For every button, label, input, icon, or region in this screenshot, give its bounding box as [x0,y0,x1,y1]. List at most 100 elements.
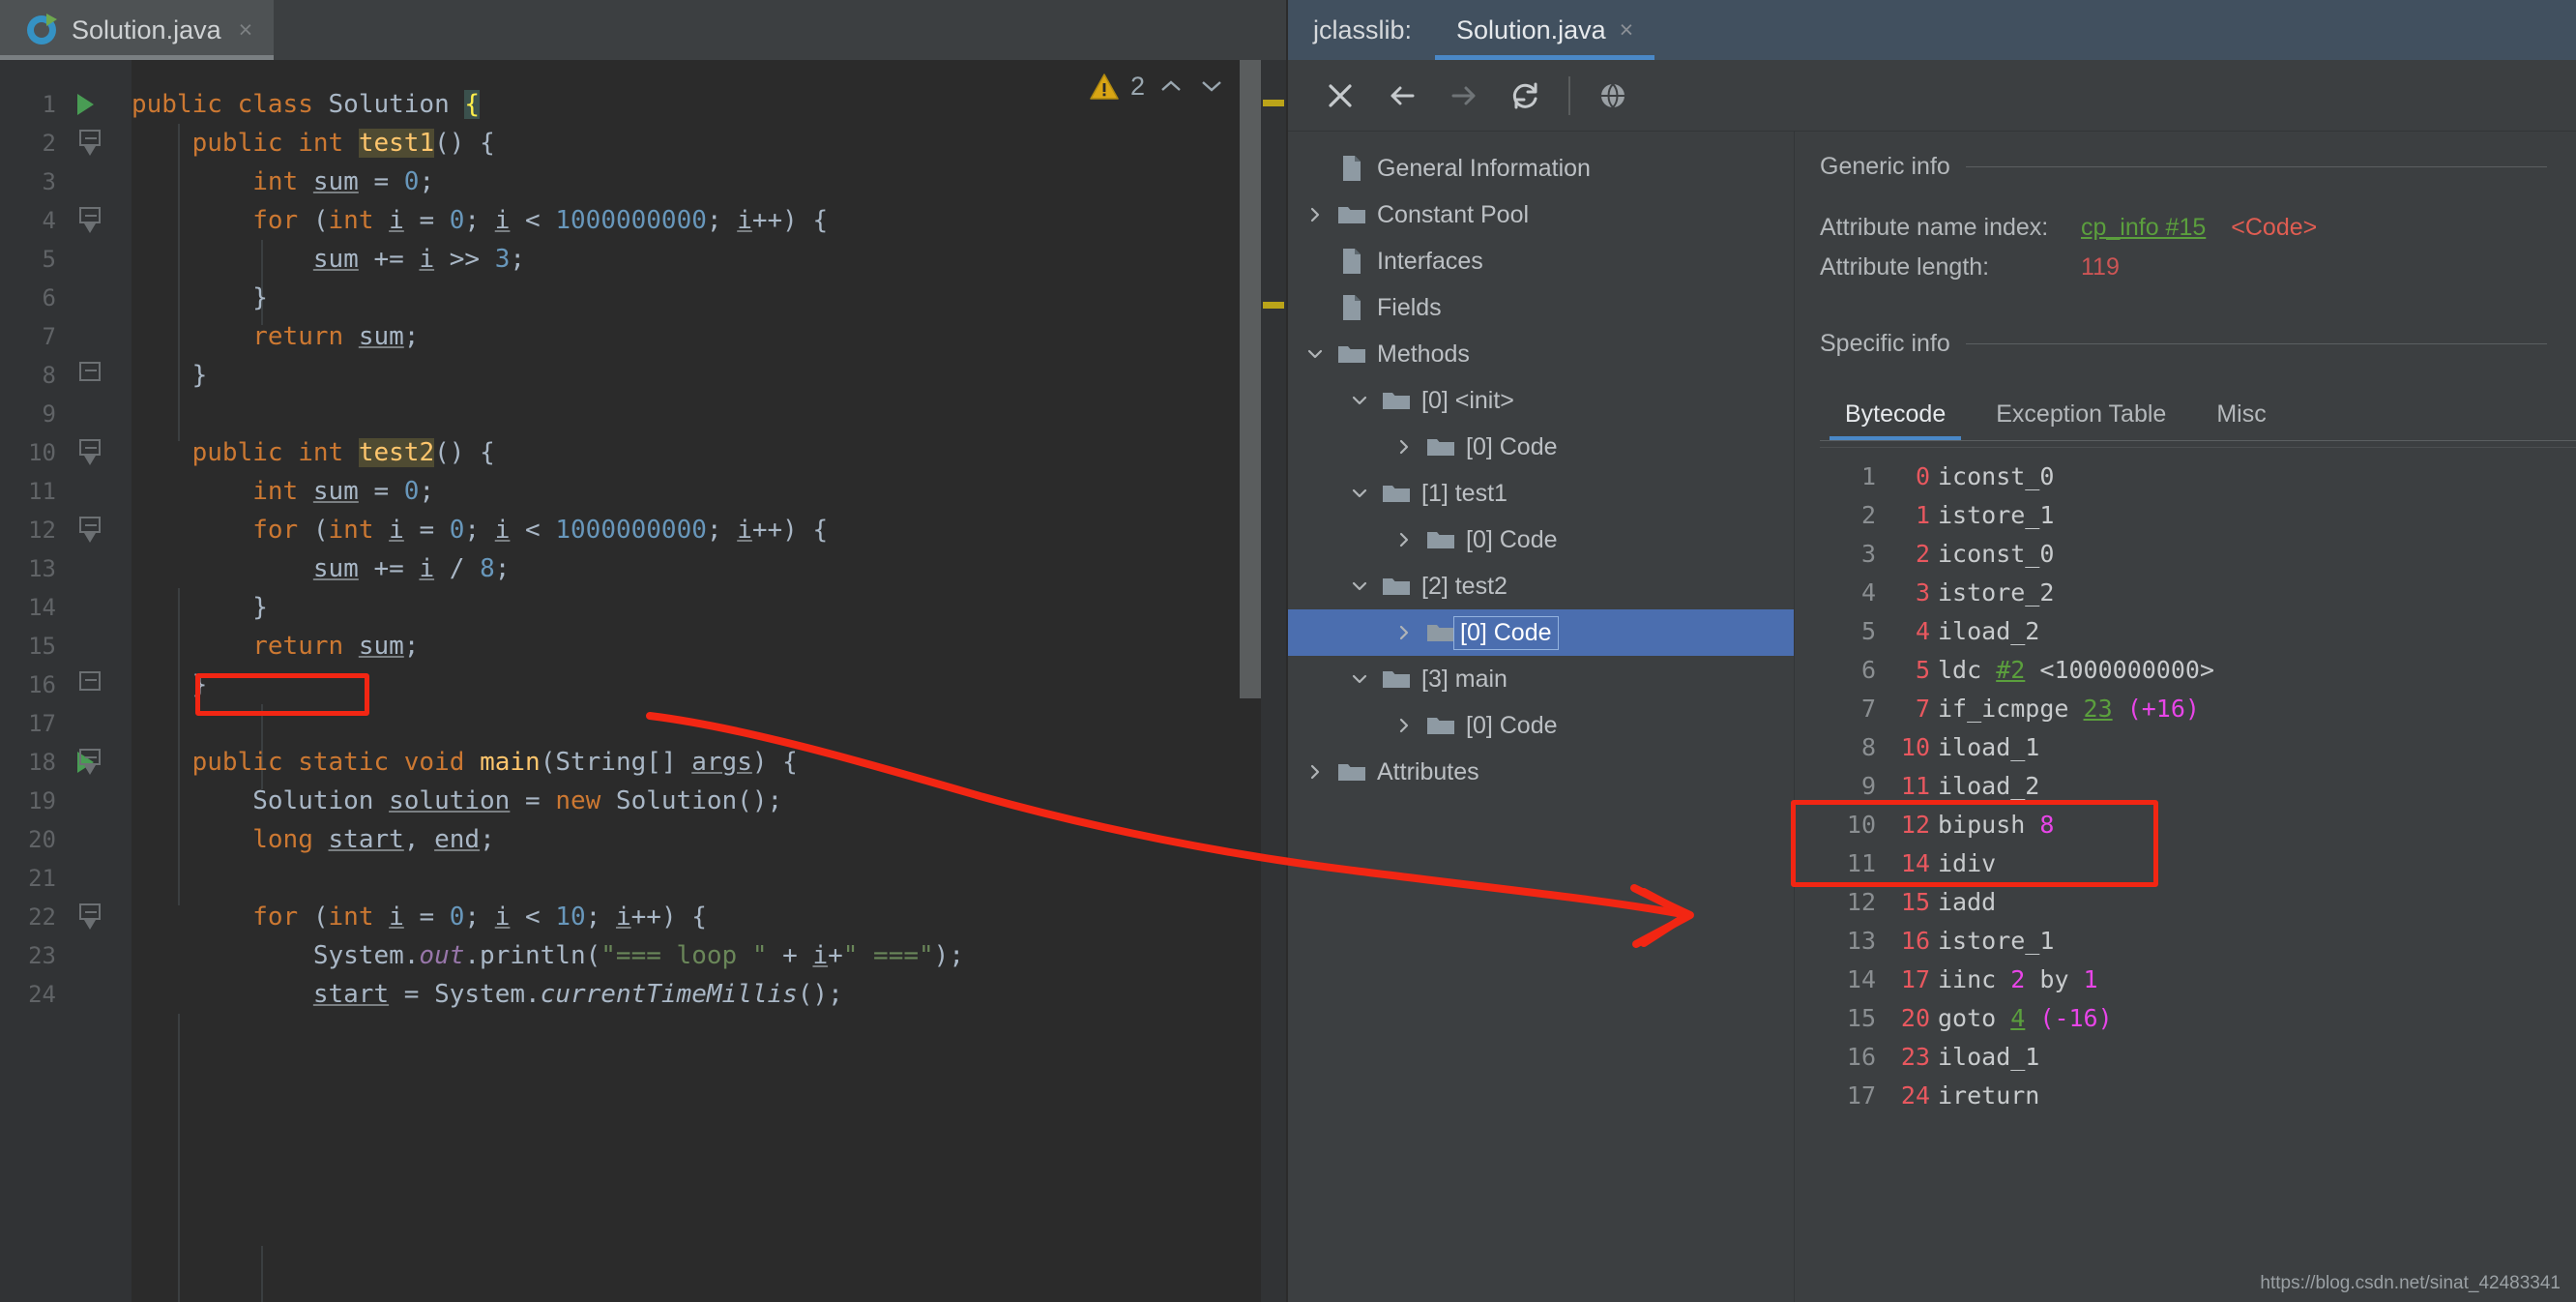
bytecode-line[interactable]: 8 10 iload_1 [1820,728,2576,767]
tree-node[interactable]: [0] Code [1288,702,1794,749]
code-line[interactable]: long start, end; [132,820,1286,859]
bytecode-line[interactable]: 14 17 iinc 2 by 1 [1820,961,2576,999]
cp-info-link[interactable]: cp_info #15 [2081,214,2206,242]
gutter-marker-row[interactable] [66,743,132,782]
bytecode-line[interactable]: 1 0 iconst_0 [1820,458,2576,496]
tree-node[interactable]: [1] test1 [1288,470,1794,517]
bytecode-line[interactable]: 7 7 if_icmpge 23 (+16) [1820,690,2576,728]
bytecode-line[interactable]: 3 2 iconst_0 [1820,535,2576,574]
tree-node[interactable]: Fields [1288,284,1794,331]
close-icon[interactable]: × [1620,16,1634,44]
bytecode-line[interactable]: 13 16 istore_1 [1820,922,2576,961]
tab-bytecode[interactable]: Bytecode [1820,391,1971,440]
bytecode-line[interactable]: 17 24 ireturn [1820,1077,2576,1115]
code-line[interactable]: public static void main(String[] args) { [132,743,1286,782]
bytecode-operand-link[interactable]: 4 [2010,1004,2025,1032]
chevron-down-icon[interactable] [1342,391,1377,410]
tree-node[interactable]: Methods [1288,331,1794,377]
code-line[interactable]: Solution solution = new Solution(); [132,782,1286,820]
gutter-marker-row[interactable] [66,588,132,627]
bytecode-line[interactable]: 12 15 iadd [1820,883,2576,922]
chevron-down-icon[interactable] [1342,669,1377,689]
code-line[interactable]: System.out.println("=== loop " + i+" ===… [132,936,1286,975]
bytecode-line[interactable]: 9 11 iload_2 [1820,767,2576,806]
bytecode-line[interactable]: 15 20 goto 4 (-16) [1820,999,2576,1038]
code-line[interactable]: public int test1() { [132,124,1286,163]
warning-marker[interactable] [1263,302,1284,309]
chevron-down-icon[interactable] [1342,484,1377,503]
tool-tab-solution-java[interactable]: Solution.java × [1435,0,1655,60]
tree-node[interactable]: [0] Code [1288,424,1794,470]
bytecode-operand-link[interactable]: #2 [1996,656,2025,684]
gutter-marker-row[interactable] [66,511,132,549]
gutter-marker-row[interactable] [66,975,132,1014]
tab-exception-table[interactable]: Exception Table [1971,391,2191,440]
code-line[interactable]: return sum; [132,627,1286,666]
code-line[interactable] [132,704,1286,743]
back-icon[interactable] [1371,68,1433,124]
editor-tab-solution-java[interactable]: Solution.java × [0,0,275,60]
code-line[interactable]: } [132,356,1286,395]
code-line[interactable]: for (int i = 0; i < 1000000000; i++) { [132,201,1286,240]
fold-toggle-icon[interactable] [79,130,101,157]
gutter-marker-row[interactable] [66,472,132,511]
bytecode-line[interactable]: 5 4 iload_2 [1820,612,2576,651]
bytecode-line[interactable]: 11 14 idiv [1820,844,2576,883]
tree-node[interactable]: Interfaces [1288,238,1794,284]
bytecode-line[interactable]: 2 1 istore_1 [1820,496,2576,535]
code-line[interactable]: sum += i >> 3; [132,240,1286,279]
gutter-marker-row[interactable] [66,898,132,936]
gutter-marker-row[interactable] [66,317,132,356]
gutter-marker-row[interactable] [66,666,132,704]
run-icon[interactable] [77,94,94,115]
close-icon[interactable]: × [239,17,253,43]
gutter-marker-row[interactable] [66,124,132,163]
bytecode-line[interactable]: 4 3 istore_2 [1820,574,2576,612]
fold-toggle-icon[interactable] [79,207,101,234]
gutter-marker-row[interactable] [66,627,132,666]
gutter-marker-row[interactable] [66,201,132,240]
code-line[interactable]: } [132,666,1286,704]
fold-toggle-icon[interactable] [79,671,101,698]
code-line[interactable]: } [132,279,1286,317]
fold-toggle-icon[interactable] [79,517,101,544]
code-line[interactable]: for (int i = 0; i < 10; i++) { [132,898,1286,936]
chevron-right-icon[interactable] [1387,716,1421,735]
tree-node[interactable]: General Information [1288,145,1794,192]
reload-icon[interactable] [1495,68,1557,124]
tree-node[interactable]: Constant Pool [1288,192,1794,238]
code-line[interactable]: return sum; [132,317,1286,356]
chevron-right-icon[interactable] [1298,205,1332,224]
chevron-right-icon[interactable] [1387,530,1421,549]
bytecode-listing[interactable]: 1 0 iconst_0 2 1 istore_1 3 2 iconst_0 4 3 istore_2… [1820,447,2576,1110]
gutter-marker-row[interactable] [66,279,132,317]
chevron-down-icon[interactable] [1342,577,1377,596]
gutter-marker-row[interactable] [66,936,132,975]
code-line[interactable]: start = System.currentTimeMillis(); [132,975,1286,1014]
gutter-marker-row[interactable] [66,549,132,588]
tree-node[interactable]: [2] test2 [1288,563,1794,609]
gutter-marker-row[interactable] [66,704,132,743]
specific-info-tabs[interactable]: Bytecode Exception Table Misc [1820,391,2576,440]
gutter-marker-row[interactable] [66,433,132,472]
code-line[interactable] [132,859,1286,898]
gutter-marker-row[interactable] [66,782,132,820]
tree-node[interactable]: Attributes [1288,749,1794,795]
code-line[interactable] [132,395,1286,433]
tab-misc[interactable]: Misc [2191,391,2291,440]
fold-toggle-icon[interactable] [79,362,101,389]
bytecode-line[interactable]: 6 5 ldc #2 <1000000000> [1820,651,2576,690]
warning-marker[interactable] [1263,100,1284,106]
bytecode-line[interactable]: 10 12 bipush 8 [1820,806,2576,844]
browse-icon[interactable] [1582,68,1644,124]
chevron-right-icon[interactable] [1387,437,1421,457]
fold-toggle-icon[interactable] [79,903,101,931]
code-line[interactable]: for (int i = 0; i < 1000000000; i++) { [132,511,1286,549]
gutter-marker-row[interactable] [66,395,132,433]
code-line[interactable]: int sum = 0; [132,163,1286,201]
chevron-right-icon[interactable] [1298,762,1332,782]
tree-node[interactable]: [3] main [1288,656,1794,702]
code-line[interactable]: public int test2() { [132,433,1286,472]
bytecode-line[interactable]: 16 23 iload_1 [1820,1038,2576,1077]
class-structure-tree[interactable]: General Information Constant Pool Interfac… [1288,132,1795,1302]
